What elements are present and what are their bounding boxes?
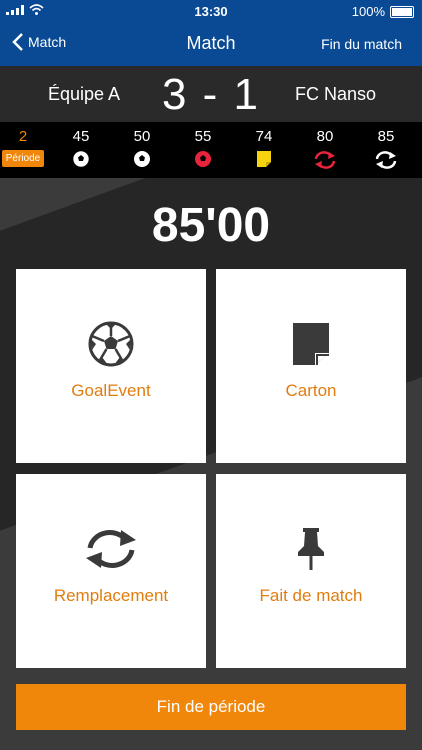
status-bar: 13:30 100% [0, 0, 422, 22]
battery-icon [390, 5, 414, 18]
period-indicator[interactable]: 2 Période [0, 128, 46, 167]
substitution-button[interactable]: Remplacement [16, 474, 206, 668]
match-fact-label: Fait de match [259, 586, 363, 605]
soccer-ball-icon [72, 150, 90, 168]
card-label: Carton [285, 381, 337, 400]
event-minute: 85 [377, 128, 395, 145]
substitution-label: Remplacement [53, 586, 169, 605]
card-icon [216, 321, 406, 372]
away-team-name: FC Nanso [294, 84, 376, 104]
substitution-red-icon [314, 151, 336, 169]
battery-percent: 100% [351, 4, 385, 19]
card-button[interactable]: Carton [216, 269, 406, 463]
battery-indicator: 100% [352, 4, 414, 19]
timeline-event[interactable]: 80 [300, 128, 350, 170]
substitution-icon [16, 526, 206, 577]
end-period-button[interactable]: Fin de période [16, 684, 406, 730]
match-timer: 85'00 [151, 199, 271, 252]
event-minute: 45 [72, 128, 90, 145]
pushpin-icon [216, 526, 406, 577]
soccer-ball-icon [134, 151, 150, 167]
soccer-ball-red-icon [195, 151, 211, 167]
period-label: Période [1, 150, 45, 167]
goal-event-button[interactable]: GoalEvent [16, 269, 206, 463]
event-timeline: 2 Période 45 50 55 74 80 85 [0, 122, 422, 178]
period-minute: 2 [18, 128, 28, 145]
yellow-card-icon [257, 151, 271, 167]
timeline-event[interactable]: 74 [239, 128, 289, 168]
goal-event-label: GoalEvent [71, 381, 151, 400]
timeline-event[interactable]: 55 [178, 128, 228, 168]
end-match-button[interactable]: Fin du match [321, 36, 402, 52]
soccer-ball-icon [16, 321, 206, 372]
timeline-event[interactable]: 50 [117, 128, 167, 168]
event-minute: 80 [316, 128, 334, 145]
timeline-event[interactable]: 45 [56, 128, 106, 168]
event-minute: 74 [255, 128, 273, 145]
event-minute: 50 [133, 128, 151, 145]
timeline-event[interactable]: 85 [361, 128, 411, 170]
scoreboard: Équipe A 3 - 1 FC Nanso [0, 66, 422, 122]
nav-bar: Match Match Fin du match [0, 22, 422, 66]
event-minute: 55 [194, 128, 212, 145]
substitution-icon [375, 151, 397, 169]
match-fact-button[interactable]: Fait de match [216, 474, 406, 668]
